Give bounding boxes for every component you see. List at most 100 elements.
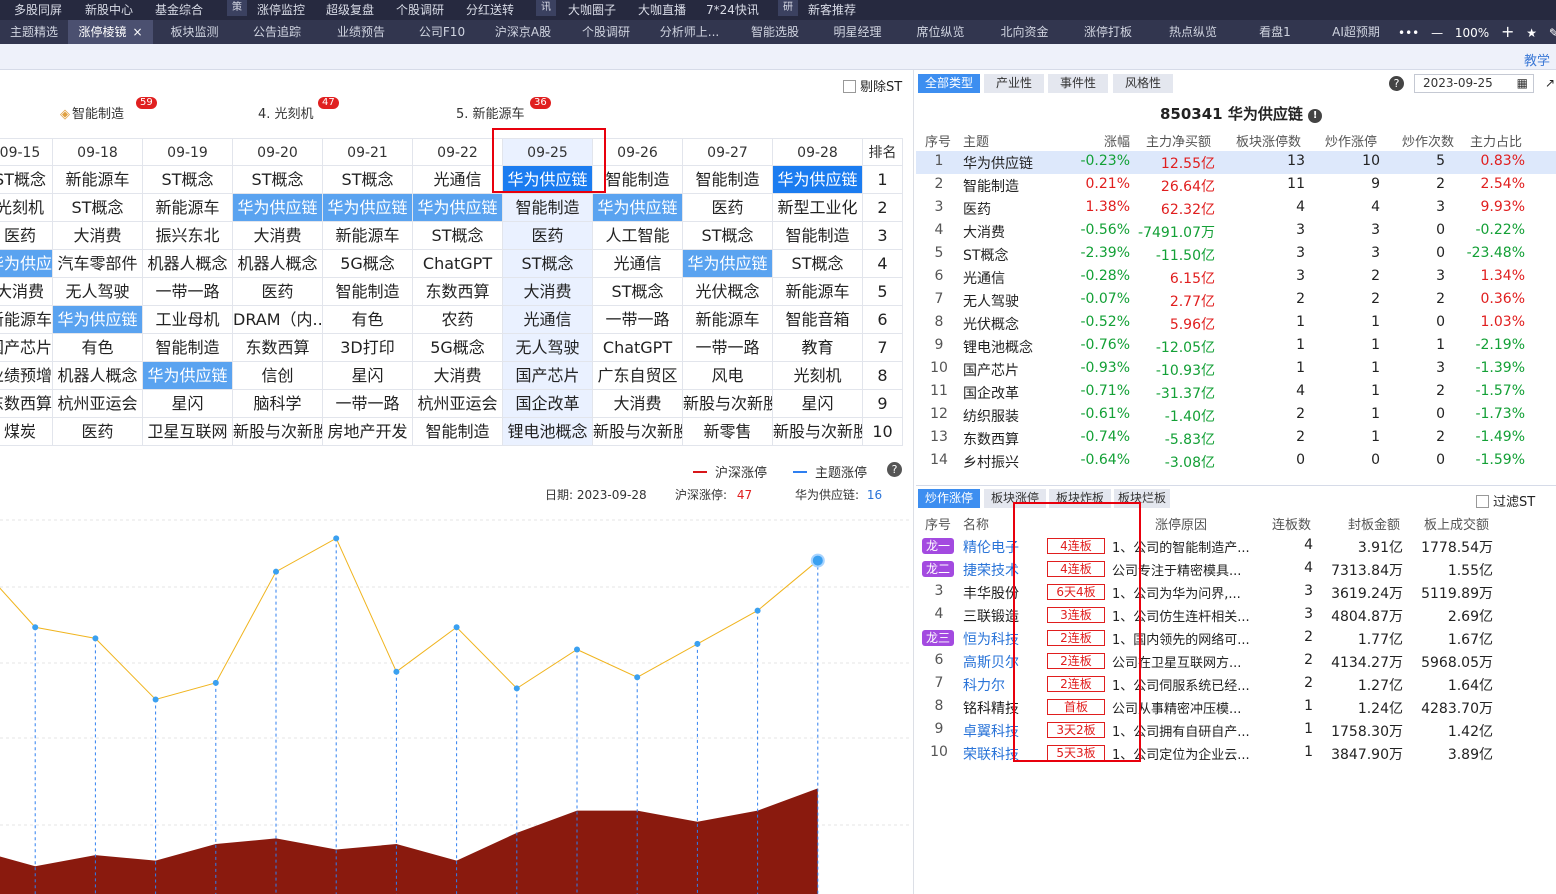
grid-cell[interactable]: 华为供应链 — [773, 166, 863, 194]
grid-cell[interactable]: 无人驾驶 — [53, 278, 143, 306]
table-cell[interactable]: 国产芯片 — [963, 360, 1019, 380]
grid-cell[interactable]: 星闪 — [323, 362, 413, 390]
tab-10[interactable]: 明星经理 — [817, 20, 898, 44]
table-header-0[interactable]: 序号 — [925, 131, 951, 150]
tab-2[interactable]: 板块监测 — [153, 20, 236, 44]
help-link[interactable]: 教学 — [1524, 50, 1550, 69]
filter-tab-3[interactable]: 风格性 — [1113, 74, 1173, 93]
grid-cell[interactable]: 汽车零部件 — [53, 250, 143, 278]
table-cell[interactable]: 东数西算 — [963, 429, 1019, 449]
filter-tab-0[interactable]: 全部类型 — [918, 74, 980, 93]
grid-cell[interactable]: 智能制造 — [143, 334, 233, 362]
grid-cell[interactable]: ST概念 — [413, 222, 503, 250]
table-cell[interactable]: 华为供应链 — [963, 153, 1033, 173]
grid-cell[interactable]: 一带一路 — [683, 334, 773, 362]
grid-cell[interactable]: 医药 — [233, 278, 323, 306]
filter-st2-checkbox[interactable]: 过滤ST — [1476, 491, 1535, 510]
top-nav-item[interactable]: 分红送转 — [466, 0, 514, 20]
grid-cell[interactable]: 无人驾驶 — [503, 334, 593, 362]
top-nav-item[interactable]: 大咖直播 — [638, 0, 686, 20]
tab-13[interactable]: 涨停打板 — [1066, 20, 1150, 44]
grid-cell[interactable]: 东数西算 — [0, 390, 53, 418]
grid-cell[interactable]: 新能源车 — [0, 306, 53, 334]
grid-cell[interactable]: 卫星互联网 — [143, 418, 233, 446]
data-point[interactable] — [453, 624, 460, 631]
grid-cell[interactable]: 华为供应链 — [323, 194, 413, 222]
grid-cell[interactable]: 光伏概念 — [683, 278, 773, 306]
table-header-6[interactable]: 炒作次数 — [1402, 131, 1454, 150]
calendar-icon[interactable]: ▦ — [1517, 75, 1528, 92]
tab-9[interactable]: 智能选股 — [733, 20, 817, 44]
stock-name[interactable]: 精伦电子 — [963, 537, 1019, 557]
date-header-09-26[interactable]: 09-26 — [593, 138, 683, 166]
zoom-in-button[interactable]: + — [1501, 22, 1514, 41]
tab-0[interactable]: 主题精选 — [0, 20, 68, 44]
grid-cell[interactable]: 杭州亚运会 — [413, 390, 503, 418]
grid-cell[interactable]: 3D打印 — [323, 334, 413, 362]
top-nav-item[interactable]: 多股同屏 — [14, 0, 62, 20]
table-cell[interactable]: 纺织服装 — [963, 406, 1019, 426]
stock-name[interactable]: 卓翼科技 — [963, 721, 1019, 741]
grid-cell[interactable]: 5G概念 — [323, 250, 413, 278]
top-nav-item[interactable]: 涨停监控 — [257, 0, 305, 20]
table-header-3[interactable]: 主力净买额 — [1146, 131, 1211, 150]
grid-cell[interactable]: 智能制造 — [413, 418, 503, 446]
grid-cell[interactable]: 新股与次新股 — [593, 418, 683, 446]
grid-cell[interactable]: 大消费 — [53, 222, 143, 250]
lb-header-5[interactable]: 板上成交额 — [1424, 514, 1489, 533]
date-header-09-21[interactable]: 09-21 — [323, 138, 413, 166]
grid-cell[interactable]: 一带一路 — [323, 390, 413, 418]
table-header-7[interactable]: 主力占比 — [1470, 131, 1522, 150]
help-icon-right[interactable]: ? — [1389, 76, 1404, 91]
date-header-09-19[interactable]: 09-19 — [143, 138, 233, 166]
filter-st-checkbox[interactable]: 剔除ST — [843, 76, 902, 95]
stock-name[interactable]: 荣联科技 — [963, 744, 1019, 764]
grid-cell[interactable]: 脑科学 — [233, 390, 323, 418]
more-icon[interactable]: ••• — [1398, 26, 1419, 40]
grid-cell[interactable]: 广东自贸区 — [593, 362, 683, 390]
tab-4[interactable]: 业绩预告 — [318, 20, 404, 44]
grid-cell[interactable]: 一带一路 — [593, 306, 683, 334]
top-nav-item[interactable]: 7*24快讯 — [706, 0, 759, 20]
table-header-2[interactable]: 涨幅 — [1104, 131, 1130, 150]
grid-cell[interactable]: 智能制造 — [503, 194, 593, 222]
grid-cell[interactable]: ST概念 — [0, 166, 53, 194]
grid-cell[interactable]: 房地产开发 — [323, 418, 413, 446]
date-header-09-18[interactable]: 09-18 — [53, 138, 143, 166]
table-cell[interactable]: 光伏概念 — [963, 314, 1019, 334]
grid-cell[interactable]: 新股与次新股 — [773, 418, 863, 446]
grid-cell[interactable]: 有色 — [323, 306, 413, 334]
grid-cell[interactable]: 星闪 — [773, 390, 863, 418]
grid-cell[interactable]: 锂电池概念 — [503, 418, 593, 446]
grid-cell[interactable]: 5G概念 — [413, 334, 503, 362]
grid-cell[interactable]: 新能源车 — [53, 166, 143, 194]
grid-cell[interactable]: 风电 — [683, 362, 773, 390]
grid-cell[interactable]: 工业母机 — [143, 306, 233, 334]
data-point[interactable] — [754, 607, 761, 614]
grid-cell[interactable]: 新能源车 — [683, 306, 773, 334]
grid-cell[interactable]: ST概念 — [683, 222, 773, 250]
table-cell[interactable]: 乡村振兴 — [963, 452, 1019, 472]
checkbox-icon[interactable] — [1476, 495, 1489, 508]
stock-name[interactable]: 三联锻造 — [963, 606, 1019, 626]
grid-cell[interactable]: 智能制造 — [593, 166, 683, 194]
tab-3[interactable]: 公告追踪 — [236, 20, 318, 44]
tab-5[interactable]: 公司F10 — [404, 20, 480, 44]
grid-cell[interactable]: 新股与次新股 — [683, 390, 773, 418]
grid-cell[interactable]: ChatGPT — [593, 334, 683, 362]
grid-cell[interactable]: 光刻机 — [773, 362, 863, 390]
grid-cell[interactable]: 大消费 — [233, 222, 323, 250]
data-point[interactable] — [152, 696, 159, 703]
grid-cell[interactable]: ST概念 — [143, 166, 233, 194]
grid-cell[interactable]: 机器人概念 — [143, 250, 233, 278]
top-nav-item[interactable]: 大咖圈子 — [568, 0, 616, 20]
grid-cell[interactable]: 杭州亚运会 — [53, 390, 143, 418]
grid-cell[interactable]: 华为供应链 — [413, 194, 503, 222]
tab-11[interactable]: 席位纵览 — [898, 20, 983, 44]
bottom-tab-0[interactable]: 炒作涨停 — [918, 489, 980, 508]
info-icon[interactable]: ! — [1308, 109, 1323, 123]
top-nav-item[interactable]: 研 — [778, 0, 798, 16]
grid-cell[interactable]: 华为供应链 — [683, 250, 773, 278]
grid-cell[interactable]: 新股与次新股 — [233, 418, 323, 446]
top-theme-2[interactable]: 5. 新能源车 — [456, 103, 525, 122]
